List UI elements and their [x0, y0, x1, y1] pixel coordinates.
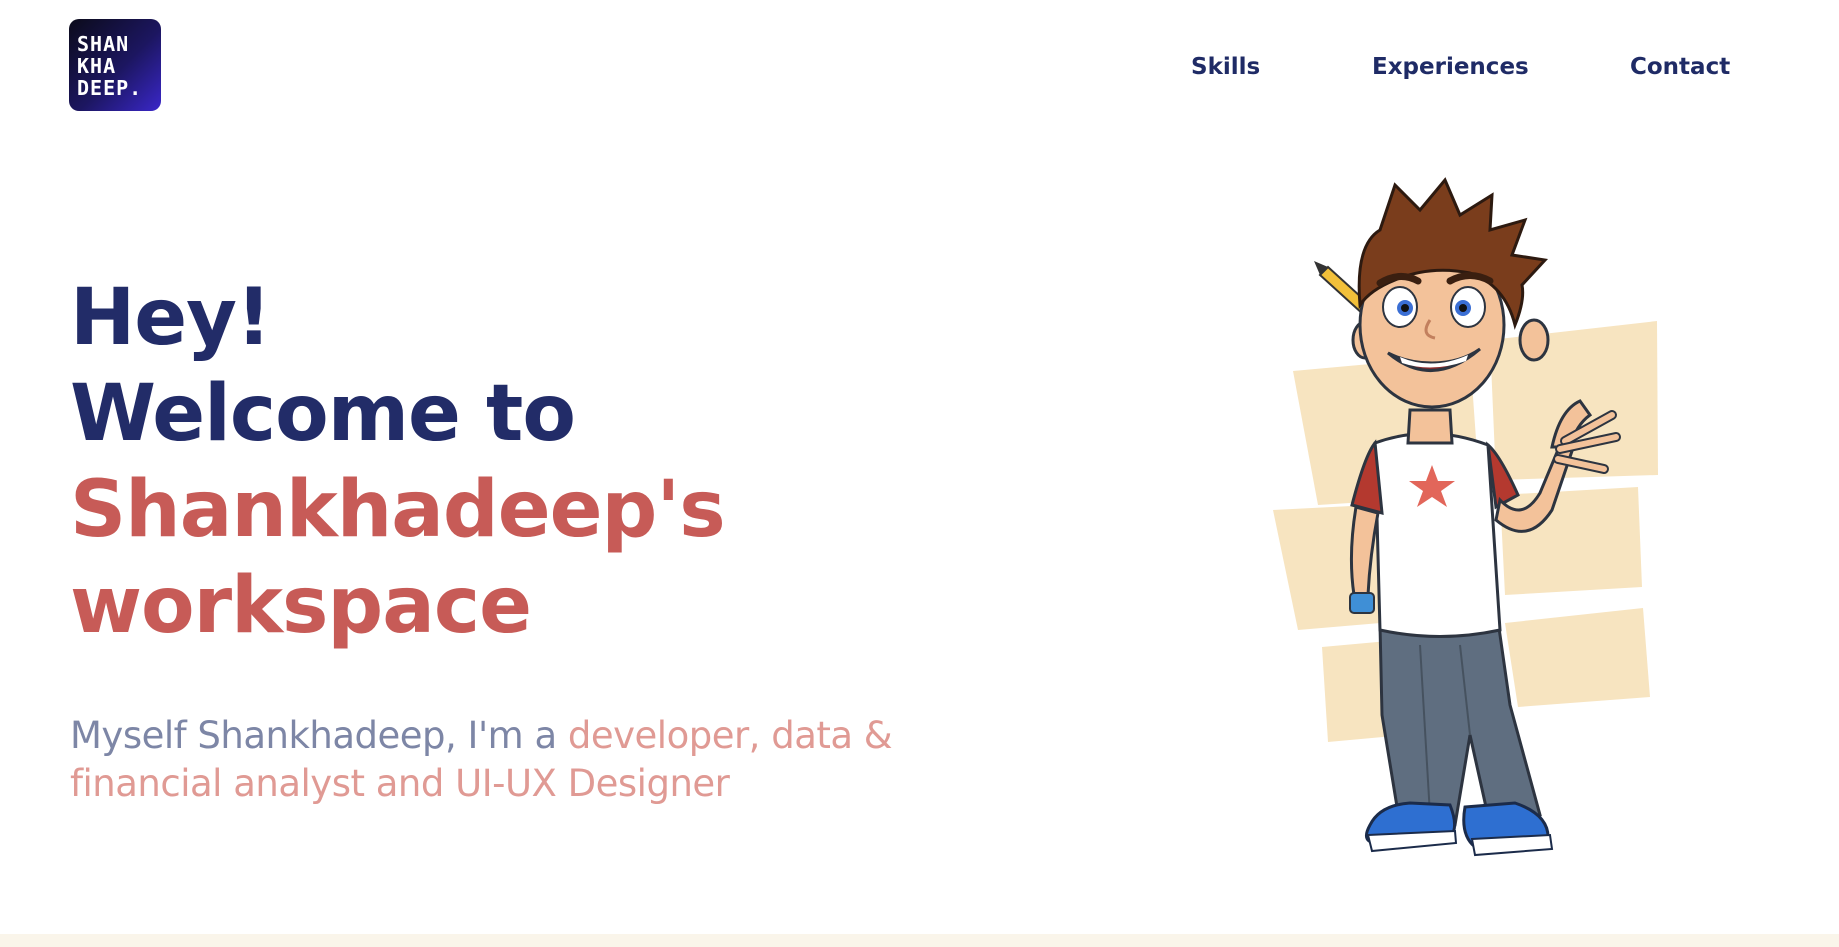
- hero-name: Shankhadeep's: [70, 465, 726, 555]
- hero-workspace: workspace: [70, 561, 532, 651]
- nav-link-experiences[interactable]: Experiences: [1372, 54, 1529, 80]
- main-nav: Skills Experiences Contact: [0, 54, 1839, 82]
- hero-subtitle: Myself Shankhadeep, I'm a developer, dat…: [70, 712, 910, 808]
- neck: [1406, 408, 1454, 445]
- footer-strip: [0, 934, 1839, 947]
- hero-welcome: Welcome to: [70, 369, 576, 459]
- waving-cartoon-boy-illustration: [1273, 177, 1658, 857]
- nav-link-contact[interactable]: Contact: [1630, 54, 1730, 80]
- hero-greeting: Hey!: [70, 273, 272, 363]
- subtitle-intro: Myself Shankhadeep, I'm a: [70, 714, 568, 757]
- hero-heading: Hey! Welcome to Shankhadeep's workspace: [70, 270, 726, 654]
- shoes: [1364, 801, 1554, 857]
- nav-link-skills[interactable]: Skills: [1191, 54, 1260, 80]
- logo-text-line-1: SHAN: [77, 32, 130, 56]
